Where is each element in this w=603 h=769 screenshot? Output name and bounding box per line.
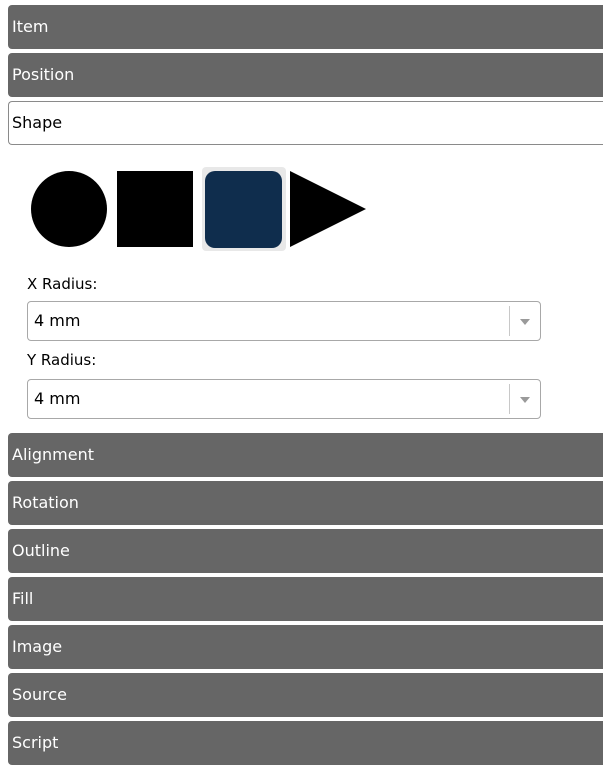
y-radius-label: Y Radius: [27,351,97,369]
section-header-shape[interactable]: Shape [8,101,603,145]
section-header-item[interactable]: Item [8,5,603,49]
section-header-position[interactable]: Position [8,53,603,97]
section-header-image[interactable]: Image [8,625,603,669]
y-radius-value: 4 mm [34,389,81,408]
y-radius-select[interactable]: 4 mm [27,379,541,419]
section-header-outline[interactable]: Outline [8,529,603,573]
section-header-source[interactable]: Source [8,673,603,717]
square-shape-button[interactable] [116,167,200,251]
square-shape-icon [117,171,193,247]
rounded-rectangle-shape-icon [205,171,282,248]
shape-section-body: X Radius: 4 mm Y Radius: 4 mm [8,149,603,433]
chevron-down-icon[interactable] [509,306,540,336]
x-radius-select[interactable]: 4 mm [27,301,541,341]
chevron-down-icon[interactable] [509,384,540,414]
circle-shape-icon [31,171,107,247]
section-header-script[interactable]: Script [8,721,603,765]
section-header-rotation[interactable]: Rotation [8,481,603,525]
x-radius-value: 4 mm [34,311,81,330]
section-header-fill[interactable]: Fill [8,577,603,621]
triangle-shape-icon [290,171,366,247]
rounded-rectangle-shape-button[interactable] [202,167,286,251]
x-radius-label: X Radius: [27,275,98,293]
circle-shape-button[interactable] [30,167,114,251]
triangle-shape-button[interactable] [288,167,372,251]
section-header-alignment[interactable]: Alignment [8,433,603,477]
properties-panel: Item Position Shape X Radius: 4 mm Y Rad… [8,5,603,769]
